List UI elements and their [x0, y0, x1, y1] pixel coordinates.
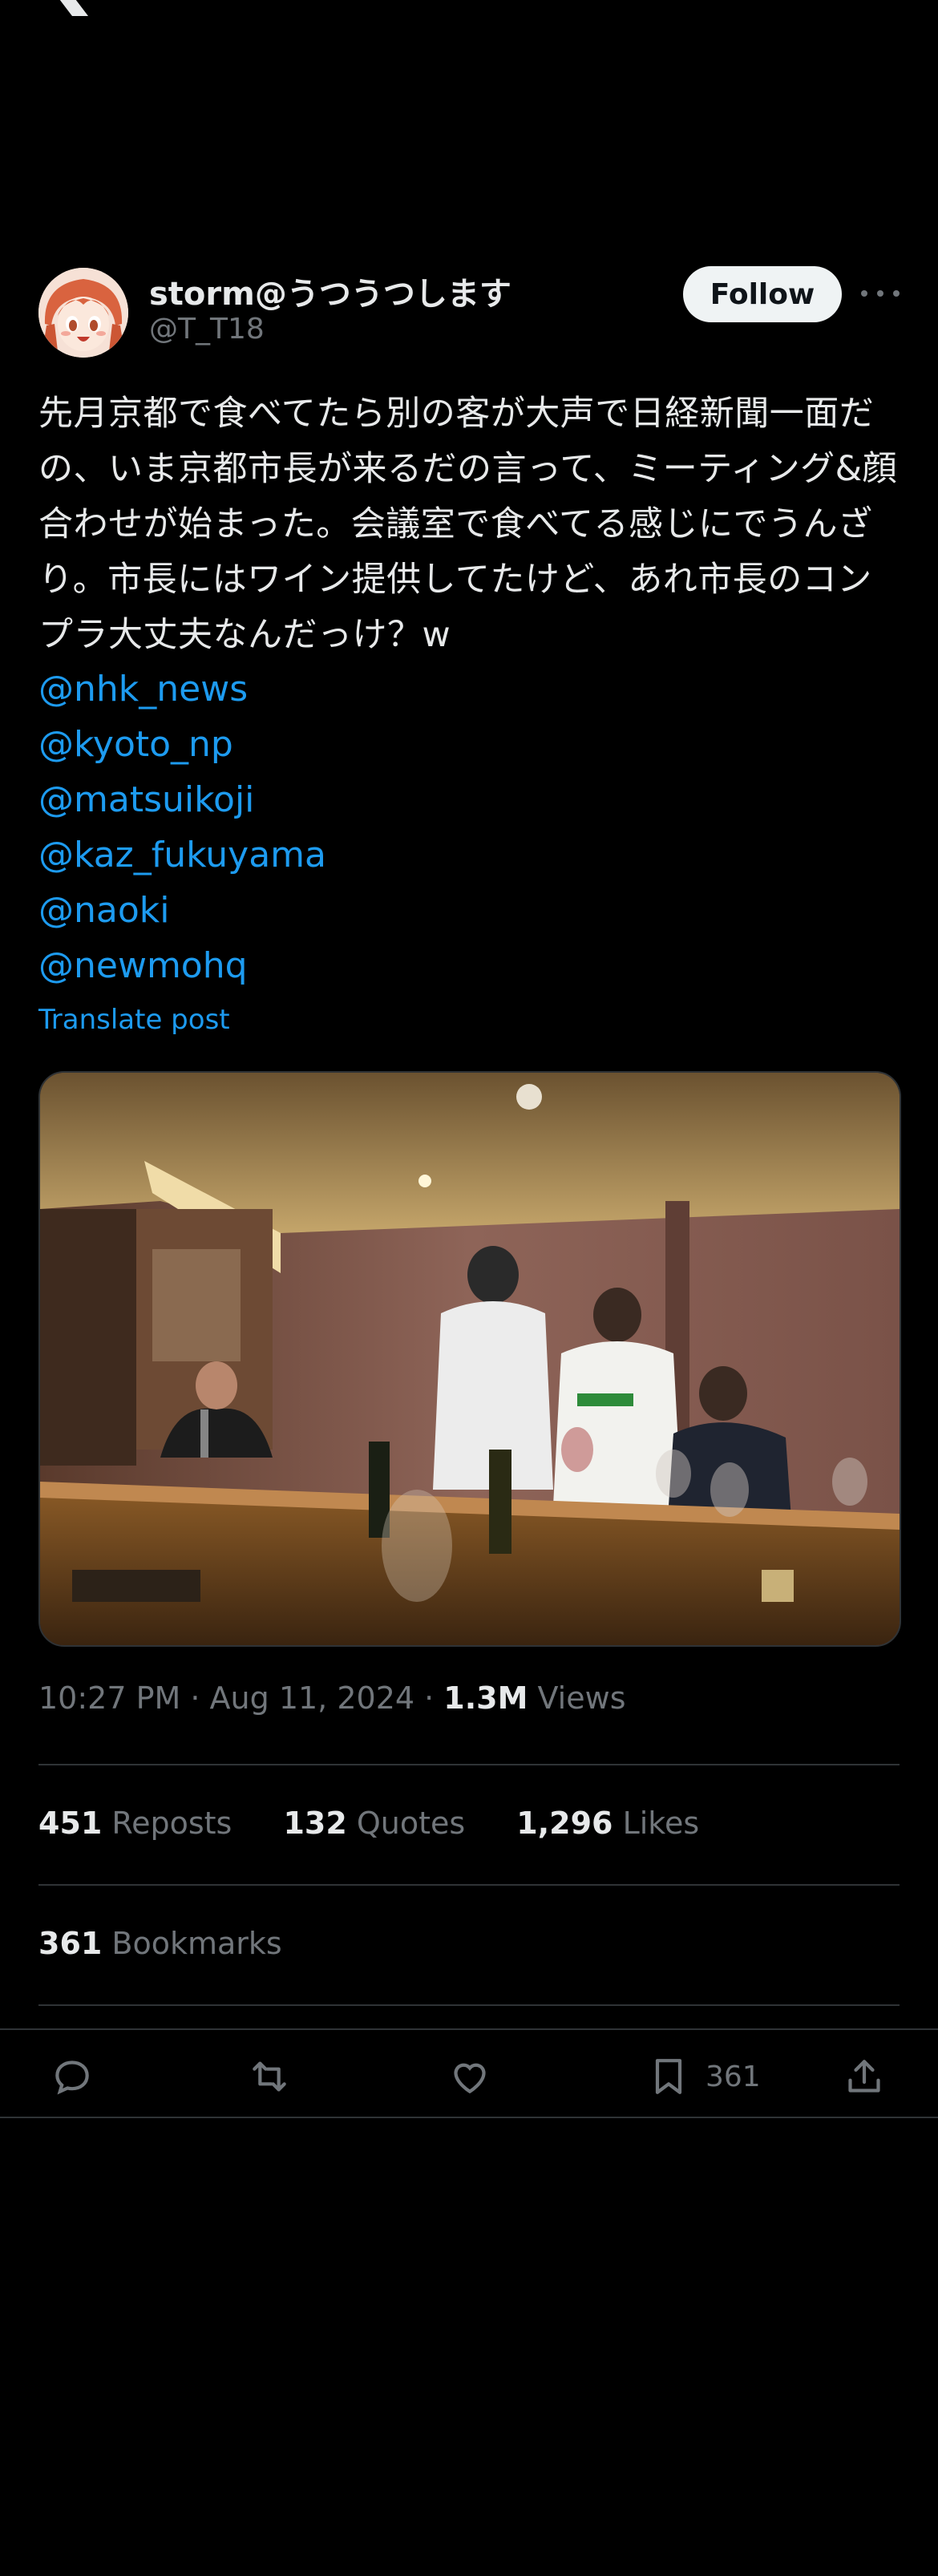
divider [38, 2004, 900, 2006]
action-bar: 361 [0, 2028, 938, 2118]
engagement-stats: 451 Reposts 132 Quotes 1,296 Likes [38, 1806, 741, 1841]
divider [38, 1884, 900, 1886]
follow-button[interactable]: Follow [683, 266, 842, 322]
mention-link[interactable]: @matsuikoji [38, 772, 326, 827]
repost-button[interactable] [247, 2054, 292, 2099]
mentions-list: @nhk_news @kyoto_np @matsuikoji @kaz_fuk… [38, 661, 326, 993]
tweet-photo[interactable] [38, 1071, 901, 1647]
tweet-text: 先月京都で食べてたら別の客が大声で日経新聞一面だの、いま京都市長が来るだの言って… [38, 394, 898, 655]
divider [38, 1764, 900, 1765]
bookmark-count: 361 [706, 2060, 761, 2093]
quotes-stat[interactable]: 132 Quotes [283, 1806, 465, 1841]
more-options-icon[interactable] [861, 277, 900, 309]
share-icon [848, 2060, 880, 2093]
reply-icon [55, 2060, 89, 2095]
x-logo-icon[interactable] [37, 0, 93, 16]
avatar[interactable] [38, 268, 128, 358]
share-button[interactable] [842, 2054, 887, 2099]
tweet-meta: 10:27 PM · Aug 11, 2024 · 1.3M Views [38, 1680, 626, 1716]
translate-post-link[interactable]: Translate post [38, 1004, 230, 1036]
views-count: 1.3M [443, 1680, 528, 1716]
tweet-header: storm@うつうつします @T_T18 Follow [38, 263, 900, 359]
mention-link[interactable]: @kaz_fukuyama [38, 827, 326, 883]
like-button[interactable] [447, 2054, 492, 2099]
bookmarks-stat[interactable]: 361 Bookmarks [38, 1926, 282, 1961]
mention-link[interactable]: @nhk_news [38, 661, 326, 717]
display-name[interactable]: storm@うつうつします [149, 268, 511, 314]
bookmark-icon [655, 2059, 682, 2094]
meta-separator: · [414, 1680, 444, 1716]
tweet-date[interactable]: Aug 11, 2024 [210, 1680, 415, 1716]
views-label: Views [528, 1680, 626, 1716]
user-handle[interactable]: @T_T18 [149, 313, 265, 346]
likes-stat[interactable]: 1,296 Likes [516, 1806, 699, 1841]
mention-link[interactable]: @kyoto_np [38, 717, 326, 772]
reply-button[interactable] [50, 2054, 95, 2099]
mention-link[interactable]: @naoki [38, 883, 326, 938]
meta-separator: · [180, 1680, 210, 1716]
tweet-time[interactable]: 10:27 PM [38, 1680, 180, 1716]
bookmark-button[interactable]: 361 [646, 2054, 761, 2099]
reposts-stat[interactable]: 451 Reposts [38, 1806, 232, 1841]
mention-link[interactable]: @newmohq [38, 938, 326, 993]
repost-icon [253, 2061, 286, 2092]
heart-icon [454, 2063, 486, 2094]
